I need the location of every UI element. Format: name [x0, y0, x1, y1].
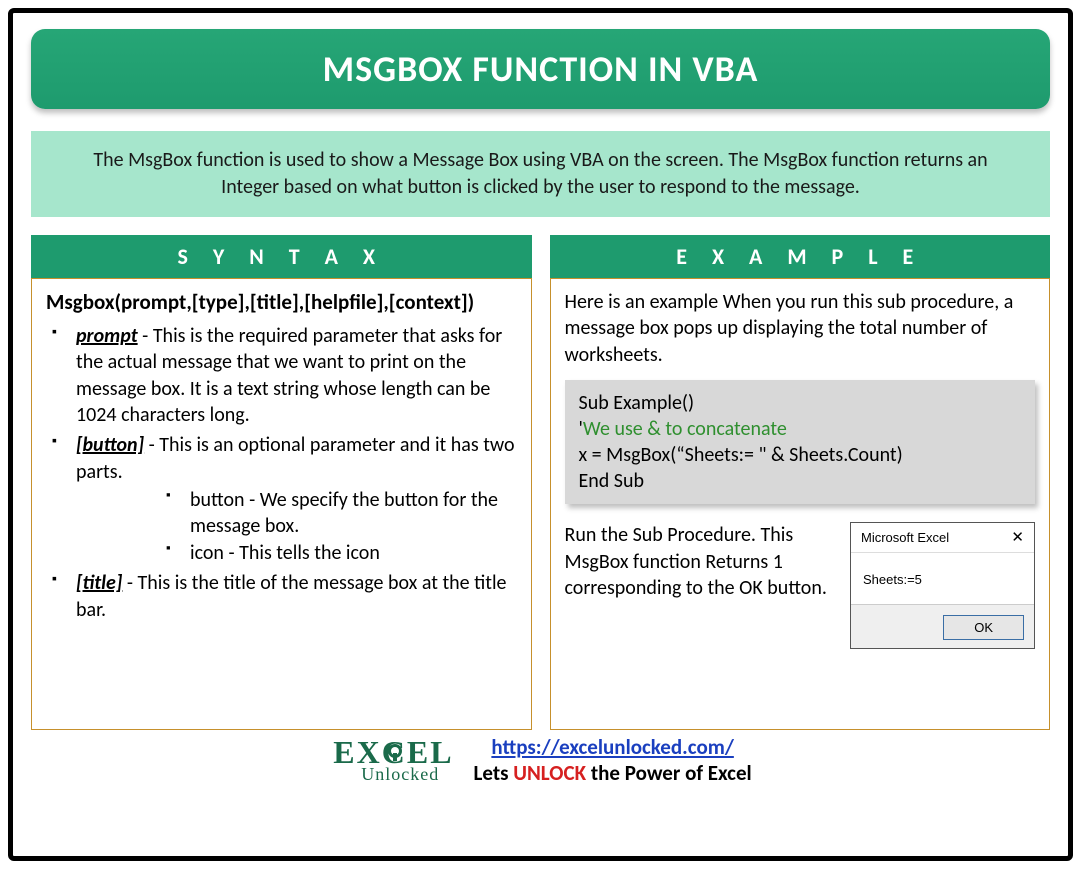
page-title: MSGBOX FUNCTION IN VBA	[323, 47, 759, 91]
syntax-header: S Y N T A X	[31, 235, 532, 278]
param-title: [title] - This is the title of the messa…	[50, 570, 517, 623]
footer-inner: EXCEL Unlocked https://excelunlocked.com…	[329, 734, 751, 786]
code-line-2: 'We use & to concatenate	[579, 416, 1022, 442]
param-prompt: prompt - This is the required parameter …	[50, 323, 517, 429]
param-list: prompt - This is the required parameter …	[46, 323, 517, 623]
close-icon[interactable]: ✕	[1011, 528, 1024, 548]
run-text: Run the Sub Procedure. This MsgBox funct…	[565, 522, 837, 601]
param-name: [button]	[76, 433, 144, 457]
example-body: Here is an example When you run this sub…	[550, 278, 1051, 730]
columns: S Y N T A X Msgbox(prompt,[type],[title]…	[31, 235, 1050, 730]
code-box: Sub Example() 'We use & to concatenate x…	[565, 380, 1036, 504]
msgbox-titlebar: Microsoft Excel ✕	[851, 523, 1034, 553]
run-row: Run the Sub Procedure. This MsgBox funct…	[565, 522, 1036, 649]
param-dash: -	[138, 324, 153, 348]
sub-icon: icon - This tells the icon	[166, 540, 517, 566]
param-name: [title]	[76, 571, 122, 595]
sub-button: button - We specify the button for the m…	[166, 487, 517, 540]
msgbox-dialog: Microsoft Excel ✕ Sheets:=5 OK	[850, 522, 1035, 649]
code-line-1: Sub Example()	[579, 390, 1022, 416]
tagline-c: the Power of Excel	[586, 760, 752, 786]
param-desc: This is the title of the message box at …	[76, 571, 507, 621]
logo-line1: EXCEL	[333, 738, 453, 767]
code-comment: We use & to concatenate	[583, 417, 787, 441]
param-name: prompt	[76, 324, 138, 348]
tagline-a: Lets	[474, 760, 514, 786]
footer-text: https://excelunlocked.com/ Lets UNLOCK t…	[474, 734, 752, 786]
code-line-3: x = MsgBox(“Sheets:= " & Sheets.Count)	[579, 442, 1022, 468]
syntax-column: S Y N T A X Msgbox(prompt,[type],[title]…	[31, 235, 532, 730]
code-line-4: End Sub	[579, 468, 1022, 494]
param-dash: -	[144, 433, 159, 457]
example-column: E X A M P L E Here is an example When yo…	[550, 235, 1051, 730]
syntax-signature: Msgbox(prompt,[type],[title],[helpfile],…	[46, 289, 517, 317]
param-dash: -	[122, 571, 137, 595]
page-title-banner: MSGBOX FUNCTION IN VBA	[31, 29, 1050, 109]
msgbox-body: Sheets:=5	[851, 553, 1034, 604]
document-frame: MSGBOX FUNCTION IN VBA The MsgBox functi…	[8, 8, 1073, 861]
example-intro: Here is an example When you run this sub…	[565, 289, 1036, 368]
msgbox-title: Microsoft Excel	[861, 529, 949, 546]
syntax-body: Msgbox(prompt,[type],[title],[helpfile],…	[31, 278, 532, 730]
intro-box: The MsgBox function is used to show a Me…	[31, 131, 1050, 217]
footer: EXCEL Unlocked https://excelunlocked.com…	[31, 734, 1050, 786]
msgbox-footer: OK	[851, 604, 1034, 648]
param-button-sublist: button - We specify the button for the m…	[76, 487, 517, 566]
param-button: [button] - This is an optional parameter…	[50, 432, 517, 566]
intro-text: The MsgBox function is used to show a Me…	[93, 148, 987, 199]
ok-button[interactable]: OK	[943, 615, 1024, 640]
tagline-unlock: UNLOCK	[513, 760, 586, 786]
logo: EXCEL Unlocked	[329, 738, 453, 783]
footer-link[interactable]: https://excelunlocked.com/	[491, 734, 733, 760]
example-header: E X A M P L E	[550, 235, 1051, 278]
